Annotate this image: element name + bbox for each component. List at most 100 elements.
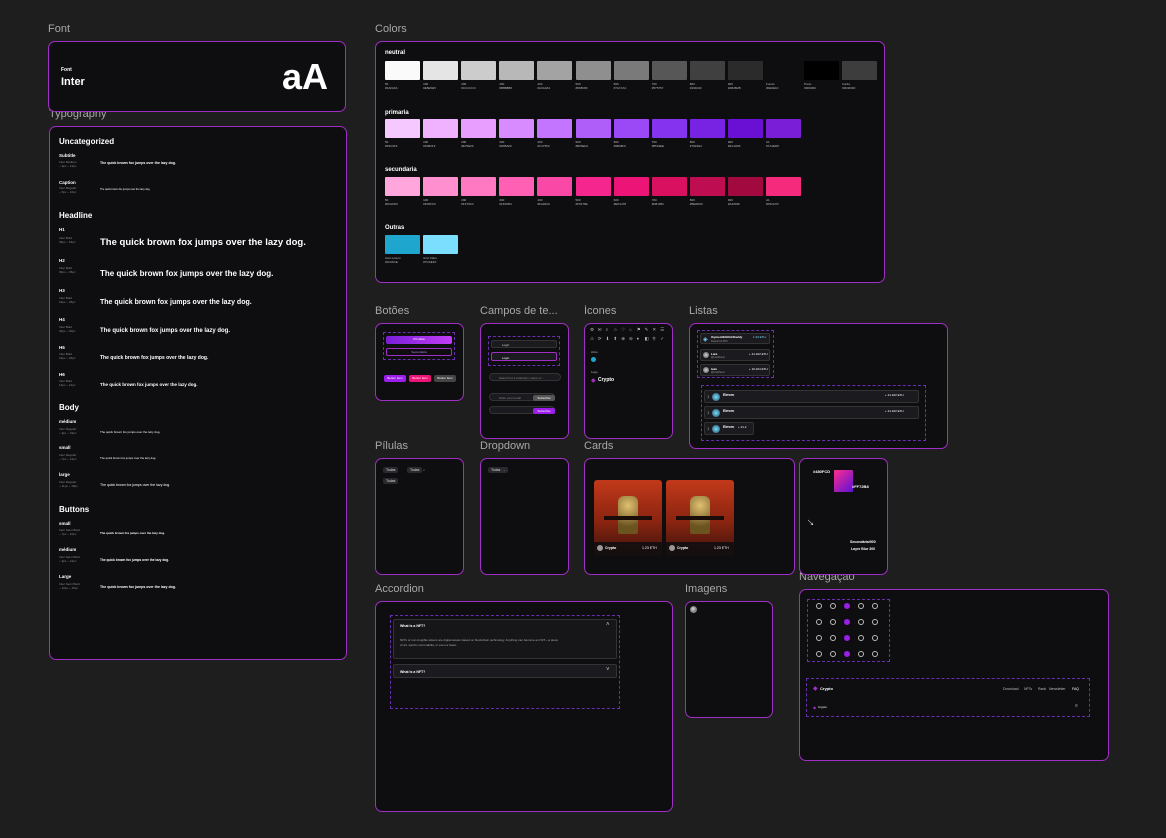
color-swatch[interactable] xyxy=(385,61,420,80)
list-item[interactable]: Lara @LaraPacer + 21.222 ETH xyxy=(700,349,770,361)
color-swatch[interactable] xyxy=(766,61,801,80)
color-swatch[interactable] xyxy=(423,119,459,138)
color-swatch[interactable] xyxy=(499,61,535,80)
mobile-navbar-brand[interactable]: Crypto xyxy=(818,705,827,709)
color-swatch[interactable] xyxy=(499,177,535,196)
ui-icon[interactable]: ⚑ xyxy=(637,327,641,333)
color-swatch[interactable] xyxy=(385,235,420,254)
color-swatch[interactable] xyxy=(727,61,763,80)
color-swatch[interactable] xyxy=(766,119,801,138)
nav-icon[interactable] xyxy=(872,619,878,625)
ui-icon[interactable]: ⚲ xyxy=(652,336,655,342)
ui-icon[interactable]: ⚙ xyxy=(590,327,594,333)
nav-icon[interactable] xyxy=(816,619,822,625)
color-swatch[interactable] xyxy=(651,61,687,80)
nft-card[interactable]: Crypto 1.23 ETH xyxy=(666,480,734,556)
ui-icon[interactable]: ⬆ xyxy=(613,336,617,342)
ui-icon[interactable]: ⚠ xyxy=(590,336,594,342)
color-swatch[interactable] xyxy=(461,177,497,196)
menu-icon[interactable]: ≡ xyxy=(1075,703,1078,709)
navbar-link[interactable]: FAQ xyxy=(1072,687,1079,691)
small-button-secondary[interactable]: Button Item xyxy=(409,375,431,382)
navbar-link[interactable]: Newsletter xyxy=(1049,687,1066,691)
list-item[interactable]: Ivan @IvanPacer + 10.224 ETH xyxy=(700,364,770,376)
search-input[interactable]: Search for a collection, name or... xyxy=(489,373,561,381)
color-swatch[interactable] xyxy=(423,61,459,80)
ui-icon[interactable]: ◧ xyxy=(645,336,649,342)
ui-icon[interactable]: ⊖ xyxy=(629,336,633,342)
color-swatch[interactable] xyxy=(651,119,687,138)
accordion-card[interactable]: What is a NFT? ˄ NFTs or non-fungible to… xyxy=(375,601,673,812)
color-swatch[interactable] xyxy=(423,177,459,196)
cards-card[interactable]: Crypto 1.23 ETH Crypto 1.23 ETH xyxy=(584,458,795,575)
secondary-button[interactable]: Secundária xyxy=(386,348,452,356)
nav-plus-icon[interactable] xyxy=(844,651,850,657)
pill-close-icon[interactable]: × xyxy=(423,468,425,472)
color-swatch[interactable] xyxy=(613,119,649,138)
subscribe-button-2[interactable]: Subscribe xyxy=(533,407,555,414)
color-swatch[interactable] xyxy=(537,177,573,196)
navegacao-card[interactable]: ◆ Crypto Download NFTs Rank Newsletter FAQ ◆… xyxy=(799,589,1109,761)
login-input-1[interactable]: Login xyxy=(491,340,557,348)
colors-card[interactable]: neutral 50 #FAFAFA 100 #E5E5E5 200 #CCCCCC 300… xyxy=(375,41,885,283)
ui-icon[interactable]: ⌕ xyxy=(606,327,609,332)
pill-2[interactable]: Todas xyxy=(407,467,423,473)
nav-icon[interactable] xyxy=(872,651,878,657)
pill-3[interactable]: Todas xyxy=(383,478,399,484)
color-swatch[interactable] xyxy=(423,235,459,254)
ui-icon[interactable]: ✎ xyxy=(645,327,649,333)
color-swatch[interactable] xyxy=(727,119,763,138)
color-swatch[interactable] xyxy=(689,61,725,80)
botoes-card[interactable]: Primária Secundária Button Item Button I… xyxy=(375,323,464,401)
color-swatch[interactable] xyxy=(613,61,649,80)
chevron-up-icon[interactable]: ˄ xyxy=(606,622,610,628)
ui-icon[interactable]: ♡ xyxy=(621,327,625,333)
pill-1[interactable]: Todas xyxy=(383,467,399,473)
ranked-list-item[interactable]: 1 Eleven + 21.222 ETH xyxy=(704,406,919,419)
color-swatch[interactable] xyxy=(575,177,611,196)
ui-icon[interactable]: ✕ xyxy=(652,327,656,333)
chevron-down-icon[interactable]: ˅ xyxy=(606,667,610,673)
email-field-1[interactable]: Enter your email Subscribe xyxy=(489,393,555,401)
color-swatch[interactable] xyxy=(575,61,611,80)
color-swatch[interactable] xyxy=(537,119,573,138)
navbar-link[interactable]: Rank xyxy=(1038,687,1046,691)
list-header-item[interactable]: ◈ thymeAtEGRohDaddy Deposit to BTC 1.34 … xyxy=(700,333,770,344)
email-field-2[interactable]: Subscribe xyxy=(489,406,555,414)
ui-icon[interactable]: ✓ xyxy=(660,336,664,342)
color-swatch[interactable] xyxy=(689,177,725,196)
primary-button[interactable]: Primária xyxy=(386,336,452,344)
nav-icon[interactable] xyxy=(858,619,864,625)
ranked-list-item[interactable]: 1 Eleven + 21.2 xyxy=(704,422,754,435)
color-swatch[interactable] xyxy=(842,61,878,80)
nav-icon[interactable] xyxy=(830,603,836,609)
nav-icon[interactable] xyxy=(816,603,822,609)
navbar-link[interactable]: NFTs xyxy=(1024,687,1032,691)
ui-icon[interactable]: ⟳ xyxy=(598,336,602,342)
color-swatch[interactable] xyxy=(461,61,497,80)
nav-plus-icon[interactable] xyxy=(844,635,850,641)
ui-icon[interactable]: ⌂ xyxy=(629,327,632,332)
navbar-brand[interactable]: Crypto xyxy=(820,686,833,691)
pilulas-card[interactable]: Todas Todas × Todas xyxy=(375,458,464,575)
imagens-card[interactable] xyxy=(685,601,773,718)
efeitos-card[interactable]: #480FCD #FF72B8 → Secondária/900 Layer B… xyxy=(799,458,888,575)
ui-icon[interactable]: ✉ xyxy=(598,327,602,333)
nav-icon[interactable] xyxy=(830,619,836,625)
nav-icon[interactable] xyxy=(858,651,864,657)
accordion-item-closed[interactable]: What is a NFT? ˅ xyxy=(393,664,617,678)
campos-card[interactable]: Login Login Search for a collection, nam… xyxy=(480,323,569,439)
dropdown-card[interactable]: Todas ⌄ xyxy=(480,458,569,575)
nav-icon[interactable] xyxy=(830,635,836,641)
color-swatch[interactable] xyxy=(766,177,801,196)
ui-icon[interactable]: ⊕ xyxy=(621,336,625,342)
login-input-2[interactable]: Login xyxy=(491,352,557,361)
color-swatch[interactable] xyxy=(385,177,420,196)
nav-icon[interactable] xyxy=(872,635,878,641)
ui-icon[interactable]: ☆ xyxy=(613,327,617,333)
color-swatch[interactable] xyxy=(804,61,840,80)
color-swatch[interactable] xyxy=(461,119,497,138)
color-swatch[interactable] xyxy=(613,177,649,196)
small-button-primary[interactable]: Button Item xyxy=(384,375,406,382)
color-swatch[interactable] xyxy=(651,177,687,196)
